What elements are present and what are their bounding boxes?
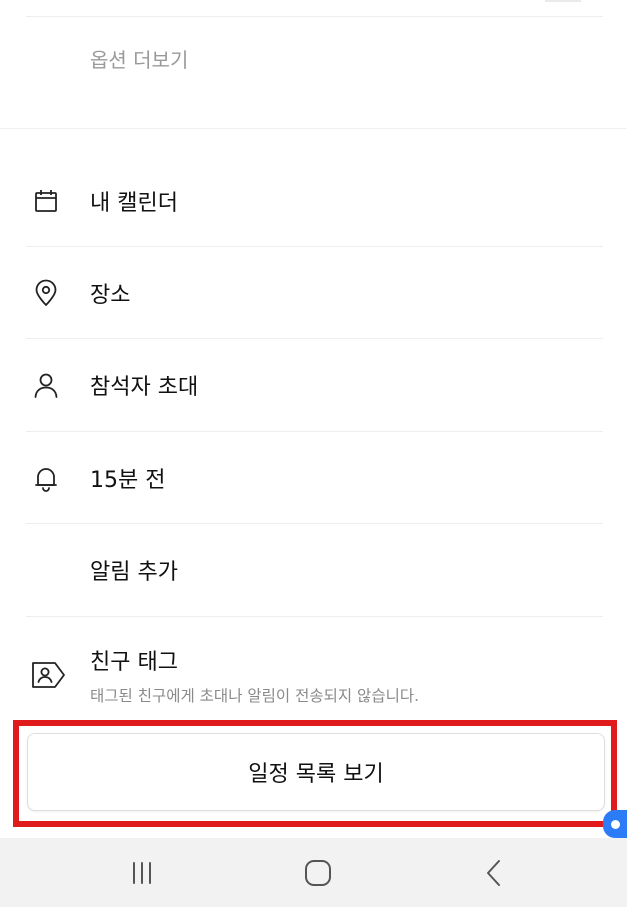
friend-tag-note: 태그된 친구에게 초대나 알림이 전송되지 않습니다. <box>90 687 420 705</box>
menu-item-reminder[interactable]: 15분 전 <box>0 432 627 524</box>
recent-apps-icon[interactable] <box>122 858 162 888</box>
menu-item-attendees[interactable]: 참석자 초대 <box>0 339 627 431</box>
menu-item-label: 15분 전 <box>90 468 166 493</box>
location-pin-icon <box>31 278 61 308</box>
bell-icon <box>31 463 61 493</box>
menu-item-label: 내 캘린더 <box>90 191 178 216</box>
section-divider <box>0 128 627 129</box>
system-navigation-bar <box>0 838 627 907</box>
top-corner-handle <box>545 0 581 2</box>
menu-item-label: 장소 <box>90 283 131 308</box>
divider <box>26 616 603 617</box>
menu-item-add-reminder[interactable]: 알림 추가 <box>0 524 627 616</box>
menu-item-calendar[interactable]: 내 캘린더 <box>0 155 627 247</box>
menu-item-label: 알림 추가 <box>90 560 178 585</box>
menu-item-label: 참석자 초대 <box>90 375 199 400</box>
calendar-icon <box>31 186 61 216</box>
friend-tag-label: 친구 태그 <box>90 650 178 675</box>
divider <box>26 16 603 17</box>
home-icon[interactable] <box>298 858 338 888</box>
view-schedule-list-button[interactable]: 일정 목록 보기 <box>27 733 605 811</box>
more-options-link[interactable]: 옵션 더보기 <box>90 44 188 76</box>
menu-item-location[interactable]: 장소 <box>0 247 627 339</box>
floating-chat-icon[interactable] <box>603 810 627 838</box>
friend-tag-icon <box>30 660 66 690</box>
person-icon <box>31 370 61 400</box>
back-icon[interactable] <box>474 858 514 888</box>
